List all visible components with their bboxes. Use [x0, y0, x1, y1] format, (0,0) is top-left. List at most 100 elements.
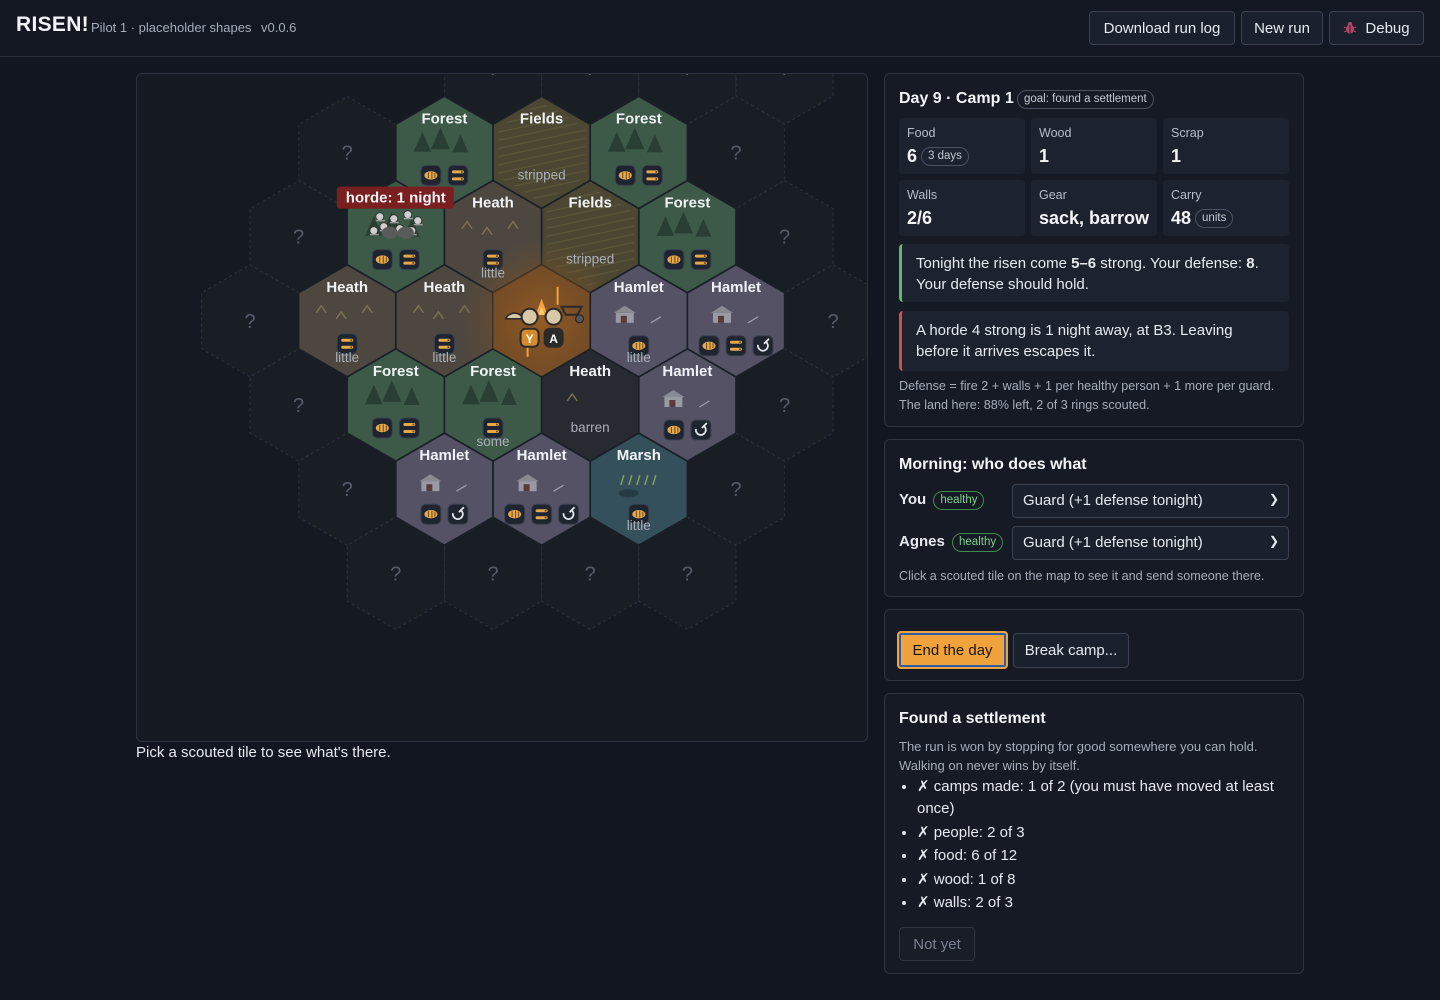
tile-name: Marsh: [617, 447, 661, 464]
person-name: You: [899, 491, 927, 508]
unknown-mark: ?: [779, 227, 790, 249]
horde-badge-text: horde: 1 night: [346, 190, 446, 207]
unknown-mark: ?: [487, 563, 498, 585]
tile-yield-note: little: [335, 350, 359, 365]
food-icon: [614, 164, 636, 186]
chevron-down-icon: ❯: [1268, 492, 1279, 506]
tile-name: Forest: [373, 363, 419, 380]
end-day-button[interactable]: End the day: [897, 631, 1008, 669]
chevron-down-icon: ❯: [1268, 534, 1279, 548]
tile-yield-note: little: [627, 518, 651, 533]
new-run-button[interactable]: New run: [1241, 11, 1323, 45]
horde-badge: horde: 1 night: [336, 186, 454, 209]
tile-name: Hamlet: [419, 447, 469, 464]
unknown-mark: ?: [244, 311, 255, 333]
wood-icon: [398, 417, 420, 439]
wood-icon: [690, 249, 712, 271]
unknown-mark: ?: [342, 142, 353, 164]
stat-walls-value: 2/6: [907, 208, 933, 228]
status-panel: Day 9 · Camp 1 goal: found a settlement …: [884, 73, 1304, 427]
tile-yield-note: little: [432, 350, 456, 365]
tile-name: Forest: [616, 110, 662, 127]
stat-wood-value: 1: [1039, 146, 1050, 166]
download-run-log-label: Download run log: [1103, 19, 1221, 37]
tile-name: Hamlet: [614, 279, 664, 296]
person-token-label: Y: [526, 332, 534, 346]
unknown-mark: ?: [828, 311, 839, 333]
wood-icon: [447, 164, 469, 186]
carry-count: 48: [1171, 208, 1192, 228]
defense-alert-text-mid: strong. Your defense:: [1096, 255, 1247, 272]
unknown-mark: ?: [293, 227, 304, 249]
tile-name: Fields: [569, 195, 612, 212]
tile-name: Heath: [424, 279, 466, 296]
bug-icon: [1344, 22, 1357, 34]
stat-carry-value: 48 units: [1171, 208, 1234, 229]
tile-name: Forest: [470, 363, 516, 380]
hex-map-canvas[interactable]: ?????????????????? YA ForestFieldsstripp…: [137, 74, 868, 742]
stat-scrap-value: 1: [1171, 146, 1182, 166]
requirement-item: ✗ people: 2 of 3: [917, 822, 1289, 844]
stat-walls: Walls 2/6: [899, 180, 1025, 236]
stat-food-label: Food: [907, 126, 936, 140]
unknown-mark: ?: [682, 563, 693, 585]
new-run-label: New run: [1254, 19, 1310, 37]
task-select-agnes[interactable]: Guard (+1 defense tonight) ❯: [1012, 526, 1289, 560]
defense-alert: Tonight the risen come 5–6 strong. Your …: [899, 244, 1289, 302]
app-title: RISEN!: [16, 13, 89, 36]
wood-icon: [725, 335, 747, 357]
carry-units-badge: units: [1195, 209, 1234, 228]
hex-map[interactable]: ?????????????????? YA ForestFieldsstripp…: [136, 73, 868, 742]
food-icon: [504, 503, 526, 525]
stat-carry-label: Carry: [1171, 188, 1202, 202]
task-select-you[interactable]: Guard (+1 defense tonight) ❯: [1012, 484, 1289, 518]
defense-alert-text: Tonight the risen come: [916, 255, 1072, 272]
map-hint: Pick a scouted tile to see what's there.: [136, 744, 391, 761]
break-camp-button[interactable]: Break camp...: [1013, 633, 1129, 668]
morning-title: Morning: who does what: [899, 456, 1087, 473]
person-you: You healthy: [899, 491, 985, 510]
horde-alert: A horde 4 strong is 1 night away, at B3.…: [899, 311, 1289, 371]
tile-yield-note: stripped: [518, 167, 566, 182]
requirement-item: ✗ wood: 1 of 8: [917, 869, 1289, 891]
food-days-badge: 3 days: [921, 147, 969, 166]
settlement-panel: Found a settlement The run is won by sto…: [884, 693, 1304, 974]
unknown-mark: ?: [585, 563, 596, 585]
defense-value: 8: [1246, 255, 1255, 272]
tile-name: Heath: [569, 363, 611, 380]
wood-icon: [531, 503, 553, 525]
stat-carry: Carry 48 units: [1163, 180, 1289, 236]
stat-scrap: Scrap 1: [1163, 118, 1289, 174]
person-name: Agnes: [899, 533, 945, 550]
tile-yield-note: stripped: [566, 252, 614, 267]
scrap-icon: [558, 503, 580, 525]
morning-panel: Morning: who does what You healthy Guard…: [884, 439, 1304, 597]
scrap-icon: [690, 419, 712, 441]
food-icon: [663, 249, 685, 271]
scrap-icon: [752, 335, 774, 357]
food-icon: [663, 419, 685, 441]
tile-name: Fields: [520, 110, 563, 127]
debug-button[interactable]: Debug: [1329, 11, 1424, 45]
morning-hint: Click a scouted tile on the map to see i…: [899, 569, 1265, 583]
tile-yield-note: little: [481, 266, 505, 281]
health-badge: healthy: [933, 491, 985, 510]
food-icon: [420, 164, 442, 186]
stat-scrap-label: Scrap: [1171, 126, 1204, 140]
unknown-mark: ?: [585, 74, 596, 80]
health-badge: healthy: [952, 533, 1004, 552]
unknown-mark: ?: [730, 142, 741, 164]
stat-gear-label: Gear: [1039, 188, 1067, 202]
stat-wood: Wood 1: [1031, 118, 1157, 174]
task-select-value: Guard (+1 defense tonight): [1023, 534, 1203, 551]
person-agnes: Agnes healthy: [899, 533, 1004, 552]
app-version: v0.0.6: [261, 20, 297, 35]
wood-icon: [398, 249, 420, 271]
unknown-mark: ?: [779, 74, 790, 80]
food-icon: [371, 249, 393, 271]
defense-formula: Defense = fire 2 + walls + 1 per healthy…: [899, 379, 1275, 393]
settlement-description: The run is won by stopping for good some…: [899, 739, 1258, 773]
not-yet-label: Not yet: [913, 935, 961, 953]
download-run-log-button[interactable]: Download run log: [1089, 11, 1235, 45]
unknown-mark: ?: [730, 479, 741, 501]
